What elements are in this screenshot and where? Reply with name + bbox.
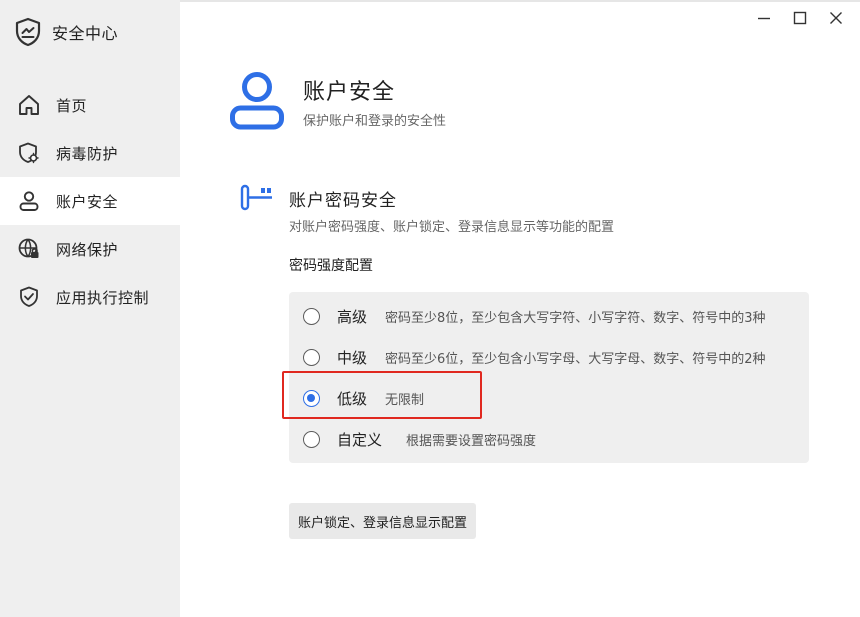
option-name: 中级 [337, 348, 368, 367]
account-security-header-icon [228, 70, 286, 132]
option-description: 密码至少8位，至少包含大写字符、小写字符、数字、符号中的3种 [385, 310, 766, 326]
app-title-label: 安全中心 [52, 24, 119, 43]
option-description: 根据需要设置密码强度 [406, 433, 537, 449]
user-icon [16, 188, 42, 214]
close-icon [829, 10, 843, 29]
option-name: 高级 [337, 307, 368, 326]
virus-shield-icon [16, 140, 42, 166]
sidebar-item-label: 应用执行控制 [56, 288, 150, 307]
section-title: 账户密码安全 [289, 191, 397, 211]
minimize-icon [757, 10, 771, 29]
shield-icon [14, 16, 42, 48]
maximize-icon [793, 10, 807, 29]
option-custom[interactable]: 自定义 根据需要设置密码强度 [303, 424, 536, 454]
sidebar-item-app-execution-control[interactable]: 应用执行控制 [0, 273, 180, 321]
security-center-window: 安全中心 首页 病毒防护 账户安全 网络保护 应用执行控制 账户安全 保护账户和… [0, 0, 860, 617]
sidebar: 安全中心 首页 病毒防护 账户安全 网络保护 应用执行控制 [0, 0, 180, 617]
option-low[interactable]: 低级 无限制 [303, 383, 424, 413]
maximize-button[interactable] [788, 8, 812, 30]
sidebar-item-virus-protection[interactable]: 病毒防护 [0, 129, 180, 177]
radio-button[interactable] [303, 430, 320, 448]
section-description: 对账户密码强度、账户锁定、登录信息显示等功能的配置 [289, 220, 615, 235]
sidebar-item-label: 账户安全 [56, 192, 119, 211]
password-key-icon [240, 184, 274, 212]
option-high[interactable]: 高级 密码至少8位，至少包含大写字符、小写字符、数字、符号中的3种 [303, 301, 766, 331]
option-name: 低级 [337, 389, 368, 408]
sidebar-item-account-security[interactable]: 账户安全 [0, 177, 180, 225]
option-description: 无限制 [385, 392, 425, 408]
sidebar-item-label: 病毒防护 [56, 144, 119, 163]
account-lock-config-button[interactable]: 账户锁定、登录信息显示配置 [289, 503, 477, 539]
sidebar-item-label: 网络保护 [56, 240, 119, 259]
page-title: 账户安全 [303, 80, 396, 105]
sidebar-item-label: 首页 [56, 96, 88, 115]
radio-button[interactable] [303, 348, 320, 366]
close-button[interactable] [824, 8, 848, 30]
sidebar-item-home[interactable]: 首页 [0, 81, 180, 129]
option-description: 密码至少6位，至少包含小写字母、大写字母、数字、符号中的2种 [385, 351, 766, 367]
minimize-button[interactable] [752, 8, 776, 30]
page-subtitle: 保护账户和登录的安全性 [303, 114, 447, 129]
option-medium[interactable]: 中级 密码至少6位，至少包含小写字母、大写字母、数字、符号中的2种 [303, 342, 766, 372]
password-strength-options: 高级 密码至少8位，至少包含大写字符、小写字符、数字、符号中的3种 中级 密码至… [289, 292, 809, 463]
app-shield-icon [16, 284, 42, 310]
globe-lock-icon [16, 236, 42, 262]
app-title: 安全中心 [14, 14, 118, 50]
radio-button[interactable] [303, 307, 320, 325]
home-icon [16, 92, 42, 118]
sidebar-nav: 首页 病毒防护 账户安全 网络保护 应用执行控制 [0, 81, 180, 321]
top-border [180, 0, 860, 2]
sidebar-item-network-protection[interactable]: 网络保护 [0, 225, 180, 273]
password-strength-label: 密码强度配置 [289, 258, 373, 274]
option-name: 自定义 [337, 430, 383, 449]
radio-button-selected[interactable] [303, 389, 320, 407]
